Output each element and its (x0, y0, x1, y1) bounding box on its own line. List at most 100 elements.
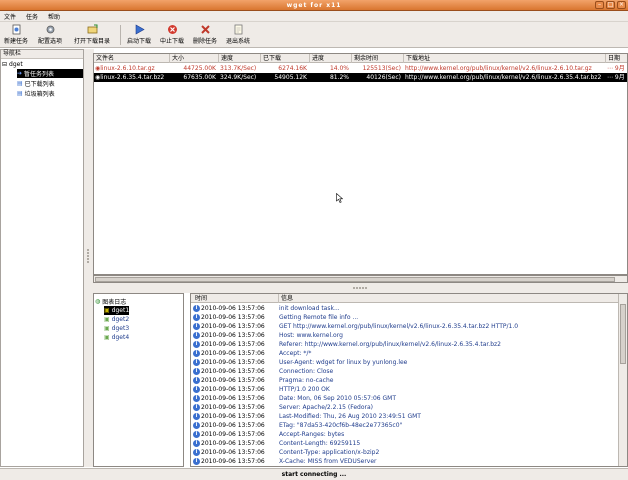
nav-panel: 导航栏 ⊟ dget ➔ 暂任务列表 ▤ 已下载列表 ▤ 垃圾箱列表 (0, 49, 84, 467)
col-filename[interactable]: 文件名 (94, 54, 170, 63)
category-item[interactable]: ▣ dget2 (104, 315, 129, 324)
log-time: 2010-09-06 13:57:06 (201, 404, 265, 411)
log-time: 2010-09-06 13:57:06 (201, 350, 265, 357)
col-size[interactable]: 大小 (170, 54, 219, 63)
info-icon: i (193, 305, 200, 312)
minimize-icon[interactable]: – (595, 1, 604, 9)
log-row[interactable]: i 2010-09-06 13:57:06 Pragma: no-cache (191, 376, 619, 385)
info-icon: i (193, 449, 200, 456)
nav-item-completed[interactable]: ▤ 已下载列表 (17, 79, 55, 88)
log-time: 2010-09-06 13:57:06 (201, 323, 265, 330)
log-message: User-Agent: wdget for linux by yunlong.l… (279, 359, 408, 366)
log-row[interactable]: i 2010-09-06 13:57:06 Date: Mon, 06 Sep 20… (191, 394, 619, 403)
info-icon: i (193, 314, 200, 321)
open-folder-icon (87, 24, 98, 35)
exit-button[interactable]: 退出系统 (226, 23, 250, 47)
window-title: wget for x11 (286, 2, 342, 9)
toolbar-separator (120, 25, 121, 45)
log-row[interactable]: i 2010-09-06 13:57:06 Referer: http://www.… (191, 340, 619, 349)
log-row[interactable]: i 2010-09-06 13:57:06 Server: Apache/2.2.1… (191, 403, 619, 412)
category-item[interactable]: ▣ dget3 (104, 324, 129, 333)
download-table: 文件名 大小 速度 已下载 进度 剩余时间 下载地址 日期 ◉linux-2.6… (93, 53, 628, 275)
info-icon: i (193, 368, 200, 375)
log-message: Content-Length: 69259115 (279, 440, 361, 447)
settings-button[interactable]: 配置选项 (38, 23, 62, 47)
tree-collapse-icon[interactable]: ⊟ (2, 61, 7, 68)
info-icon: i (193, 332, 200, 339)
col-remaining[interactable]: 剩余时间 (352, 54, 404, 63)
window-titlebar[interactable]: wget for x11 – □ × (0, 0, 628, 11)
col-speed[interactable]: 速度 (219, 54, 261, 63)
table-header: 文件名 大小 速度 已下载 进度 剩余时间 下载地址 日期 (94, 54, 627, 63)
stop-icon (167, 24, 178, 35)
trash-icon: ▤ (17, 90, 23, 97)
horizontal-splitter[interactable] (93, 283, 628, 293)
table-horizontal-scrollbar[interactable] (93, 275, 628, 283)
toolbar: 新建任务 配置选项 打开下载目录 启动下载 中止下载 删除任务 退出系统 (0, 22, 628, 48)
col-info[interactable]: 信息 (279, 294, 619, 303)
close-icon[interactable]: × (617, 1, 626, 9)
log-row[interactable]: i 2010-09-06 13:57:06 Accept-Ranges: bytes (191, 430, 619, 439)
stop-download-button[interactable]: 中止下载 (160, 23, 184, 47)
log-time: 2010-09-06 13:57:06 (201, 458, 265, 465)
log-row[interactable]: i 2010-09-06 13:57:06 X-Cache: MISS from V… (191, 457, 619, 466)
log-message: HTTP/1.0 200 OK (279, 386, 330, 393)
log-row[interactable]: i 2010-09-06 13:57:06 Accept: */* (191, 349, 619, 358)
log-row[interactable]: i 2010-09-06 13:57:06 ETag: "87da53-420cf6… (191, 421, 619, 430)
col-time[interactable]: 时间 (191, 294, 279, 303)
info-icon: i (193, 404, 200, 411)
nav-item-trash[interactable]: ▤ 垃圾箱列表 (17, 89, 55, 98)
log-row[interactable]: i 2010-09-06 13:57:06 Content-Type: applic… (191, 448, 619, 457)
log-row[interactable]: i 2010-09-06 13:57:06 Getting Remote file … (191, 313, 619, 322)
col-downloaded[interactable]: 已下载 (261, 54, 310, 63)
info-icon: i (193, 341, 200, 348)
col-date[interactable]: 日期 (606, 54, 627, 63)
nav-root[interactable]: ⊟ dget (2, 60, 23, 69)
menu-file[interactable]: 文件 (4, 12, 16, 21)
task-icon: ▣ (104, 316, 110, 323)
settings-icon (45, 24, 56, 35)
log-time: 2010-09-06 13:57:06 (201, 368, 265, 375)
col-progress[interactable]: 进度 (310, 54, 352, 63)
table-row[interactable]: ◉linux-2.6.35.4.tar.bz2 67635.00K 324.9K… (94, 73, 627, 82)
open-folder-button[interactable]: 打开下载目录 (74, 23, 110, 47)
log-row[interactable]: i 2010-09-06 13:57:06 Host: www.kernel.org (191, 331, 619, 340)
nav-item-active-tasks[interactable]: ➔ 暂任务列表 (17, 69, 83, 78)
log-row[interactable]: i 2010-09-06 13:57:06 Content-Length: 6925… (191, 439, 619, 448)
menu-help[interactable]: 帮助 (48, 12, 60, 21)
maximize-icon[interactable]: □ (606, 1, 615, 9)
log-row[interactable]: i 2010-09-06 13:57:06 HTTP/1.0 200 OK (191, 385, 619, 394)
log-message: Referer: http://www.kernel.org/pub/linux… (279, 341, 501, 348)
new-task-button[interactable]: 新建任务 (4, 23, 28, 47)
log-message: init download task... (279, 305, 340, 312)
log-time: 2010-09-06 13:57:06 (201, 449, 265, 456)
log-time: 2010-09-06 13:57:06 (201, 332, 265, 339)
log-vertical-scrollbar[interactable] (618, 294, 627, 466)
exit-icon (233, 24, 244, 35)
table-row[interactable]: ◉linux-2.6.10.tar.gz 44725.00K 313.7K/Se… (94, 64, 627, 73)
log-time: 2010-09-06 13:57:06 (201, 422, 265, 429)
log-panel: 时间 信息 i 2010-09-06 13:57:06 init download … (190, 293, 628, 467)
log-header: 时间 信息 (191, 294, 619, 303)
log-message: Connection: Close (279, 368, 334, 375)
menu-task[interactable]: 任务 (26, 12, 38, 21)
log-time: 2010-09-06 13:57:06 (201, 413, 265, 420)
log-message: Pragma: no-cache (279, 377, 334, 384)
log-row[interactable]: i 2010-09-06 13:57:06 init download task..… (191, 304, 619, 313)
log-time: 2010-09-06 13:57:06 (201, 440, 265, 447)
category-root[interactable]: ◍ 图表日志 (95, 297, 126, 306)
list-icon: ▤ (17, 80, 23, 87)
col-url[interactable]: 下载地址 (404, 54, 606, 63)
info-icon: i (193, 431, 200, 438)
category-item[interactable]: ▣ dget1 (104, 306, 130, 315)
log-row[interactable]: i 2010-09-06 13:57:06 User-Agent: wdget fo… (191, 358, 619, 367)
log-row[interactable]: i 2010-09-06 13:57:06 Connection: Close (191, 367, 619, 376)
start-download-button[interactable]: 启动下载 (127, 23, 151, 47)
delete-task-button[interactable]: 删除任务 (193, 23, 217, 47)
log-row[interactable]: i 2010-09-06 13:57:06 Last-Modified: Thu, … (191, 412, 619, 421)
log-row[interactable]: i 2010-09-06 13:57:06 GET http://www.kerne… (191, 322, 619, 331)
category-item[interactable]: ▣ dget4 (104, 333, 129, 342)
log-time: 2010-09-06 13:57:06 (201, 341, 265, 348)
task-icon: ▣ (104, 307, 110, 314)
info-icon: i (193, 386, 200, 393)
